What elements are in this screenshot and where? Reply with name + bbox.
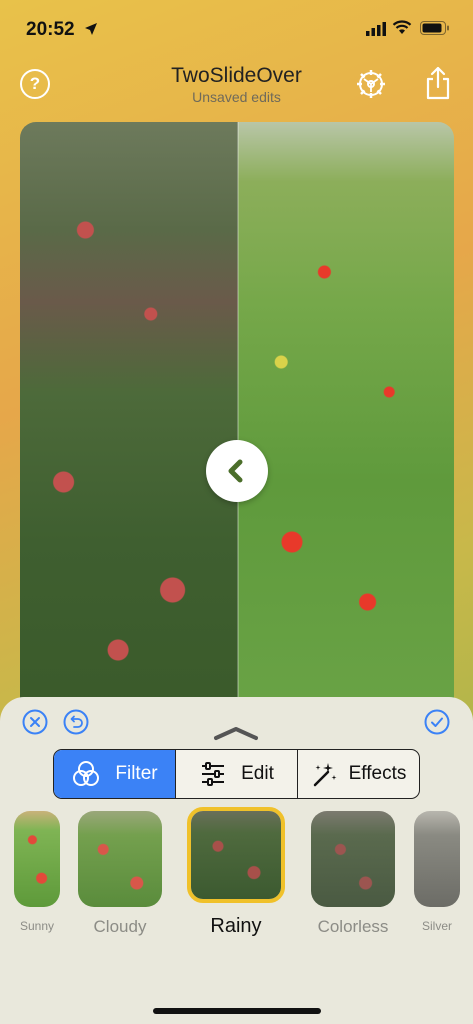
segment-effects-label: Effects: [348, 763, 407, 784]
filter-label-colorless: Colorless: [317, 917, 389, 936]
filter-label-silver: Silver: [421, 919, 452, 933]
filter-thumb-silver[interactable]: [414, 811, 460, 907]
segment-effects[interactable]: Effects: [298, 750, 419, 798]
filter-thumb-rainy[interactable]: [187, 807, 285, 903]
photo-after-filter: [238, 122, 454, 722]
page-subtitle: Unsaved edits: [192, 89, 281, 105]
location-arrow-icon: [85, 23, 97, 35]
close-icon[interactable]: [22, 709, 48, 735]
wifi-icon: [392, 20, 412, 34]
mode-segmented-control: Filter Edit Effects: [53, 749, 420, 799]
filter-carousel[interactable]: Sunny Cloudy Rainy Colorless Silver: [0, 807, 473, 947]
filter-circles-icon: [73, 761, 100, 786]
status-bar: 20:52: [0, 0, 473, 56]
segment-filter-label: Filter: [115, 763, 158, 784]
battery-icon: [420, 21, 449, 35]
cellular-signal-icon: [366, 22, 386, 36]
settings-gear-icon[interactable]: [354, 67, 388, 101]
segment-edit-label: Edit: [241, 763, 274, 784]
sheet-grabber-icon[interactable]: [212, 725, 260, 741]
split-handle[interactable]: [206, 440, 268, 502]
segment-filter[interactable]: Filter: [54, 750, 176, 798]
filter-label-sunny: Sunny: [19, 919, 55, 933]
confirm-check-icon[interactable]: [424, 709, 450, 735]
chevron-left-icon: [228, 459, 243, 483]
segment-edit[interactable]: Edit: [176, 750, 298, 798]
filter-thumb-cloudy[interactable]: [78, 811, 162, 907]
filter-thumb-colorless[interactable]: [311, 811, 395, 907]
filter-label-cloudy: Cloudy: [93, 917, 147, 936]
split-divider[interactable]: [237, 122, 239, 722]
magic-wand-icon: [313, 763, 337, 787]
photo-comparison[interactable]: [20, 122, 454, 722]
undo-icon[interactable]: [63, 709, 89, 735]
filter-thumb-sunny[interactable]: [14, 811, 60, 907]
page-title: TwoSlideOver: [171, 64, 302, 87]
editor-sheet: Filter Edit Effects Sunny Cloudy Rainy C…: [0, 697, 473, 1024]
photo-before-filter: [20, 122, 238, 722]
share-icon[interactable]: [424, 66, 452, 100]
sliders-icon: [202, 762, 225, 786]
status-time: 20:52: [26, 19, 75, 40]
filter-label-rainy: Rainy: [210, 915, 262, 937]
home-indicator[interactable]: [153, 1008, 321, 1014]
